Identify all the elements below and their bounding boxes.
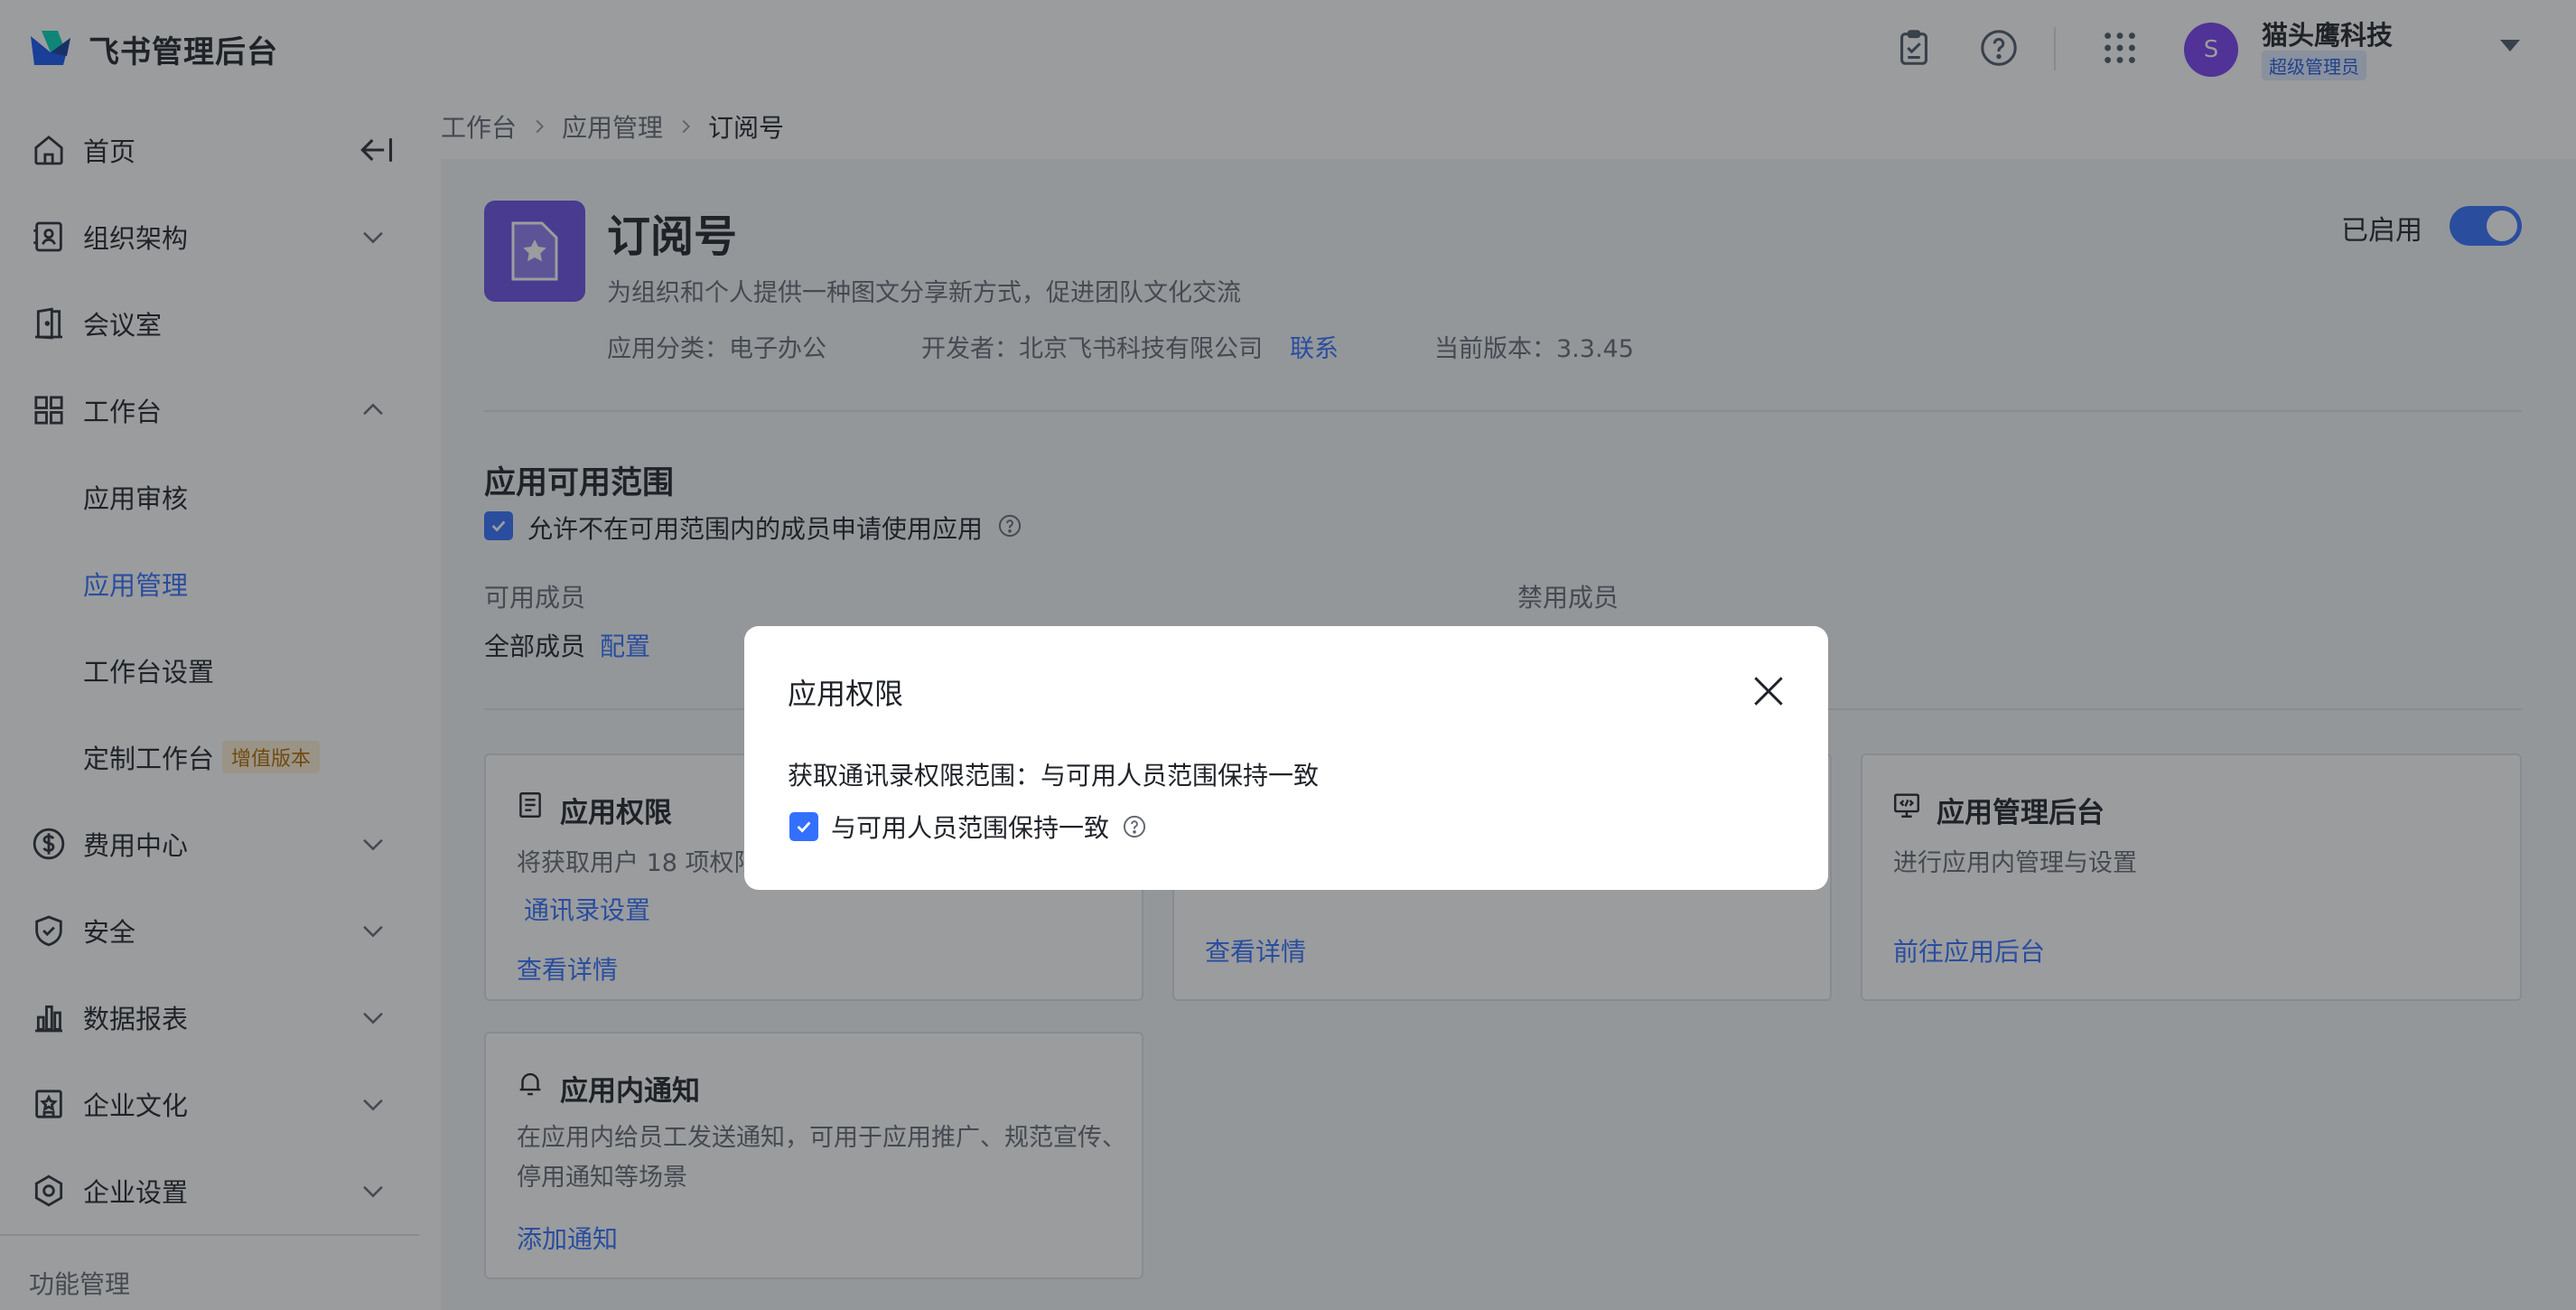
contacts-scope-text: 获取通讯录权限范围：与可用人员范围保持一致 (788, 761, 1320, 791)
permissions-dialog: 应用权限 获取通讯录权限范围：与可用人员范围保持一致 与可用人员范围保持一致 (744, 626, 1828, 890)
keep-consistent-label: 与可用人员范围保持一致 (831, 813, 1110, 843)
help-icon[interactable] (1122, 814, 1147, 839)
close-icon[interactable] (1749, 671, 1788, 711)
check-icon (797, 821, 811, 833)
dialog-title: 应用权限 (788, 677, 904, 711)
keep-consistent-checkbox[interactable] (789, 812, 818, 841)
